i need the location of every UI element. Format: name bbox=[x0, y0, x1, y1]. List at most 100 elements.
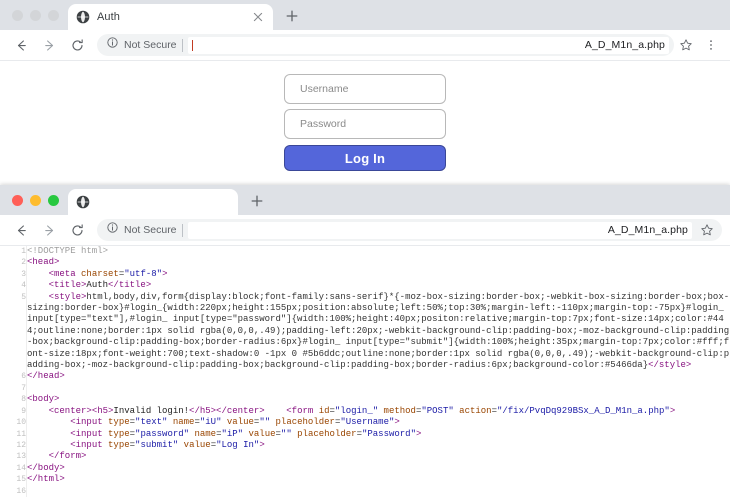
close-icon[interactable] bbox=[251, 10, 265, 24]
star-icon[interactable] bbox=[697, 220, 717, 240]
username-input[interactable] bbox=[284, 74, 446, 104]
rendered-page-content bbox=[0, 61, 730, 185]
source-code-line: 15 </html> bbox=[0, 474, 730, 486]
line-number: 11 bbox=[0, 428, 27, 440]
line-code[interactable]: <center><h5>Invalid login!</h5></center>… bbox=[27, 406, 730, 417]
source-code-line: 11 <input type="password" name="iP" valu… bbox=[0, 428, 730, 440]
browser-window-rendered-page: Auth Not Secure A_D_M1n_a.php Username P… bbox=[0, 0, 730, 185]
line-code[interactable]: <body> bbox=[27, 394, 730, 405]
line-code[interactable]: </body> bbox=[27, 463, 730, 474]
window-maximize-button[interactable] bbox=[48, 10, 59, 21]
line-number: 3 bbox=[0, 268, 27, 281]
line-code[interactable] bbox=[27, 383, 730, 394]
tab-title: Auth bbox=[97, 11, 121, 23]
line-number: 6 bbox=[0, 371, 27, 383]
line-code[interactable]: <meta charset="utf-8"> bbox=[27, 269, 730, 280]
window-minimize-button[interactable] bbox=[30, 10, 41, 21]
line-number: 10 bbox=[0, 417, 27, 429]
address-bar-source[interactable]: Not Secure A_D_M1n_a.php bbox=[97, 219, 722, 241]
star-icon[interactable] bbox=[676, 35, 696, 55]
source-code-line: 2 <head> bbox=[0, 257, 730, 269]
source-code-line: 1 <!DOCTYPE html> bbox=[0, 246, 730, 258]
security-status-label-source: Not Secure bbox=[124, 224, 177, 236]
line-code[interactable]: <input type="password" name="iP" value="… bbox=[27, 429, 730, 440]
line-code[interactable] bbox=[27, 486, 730, 497]
source-code-line: 12 <input type="submit" value="Log In"> bbox=[0, 439, 730, 452]
line-code[interactable]: </form> bbox=[27, 451, 730, 462]
window-traffic-lights bbox=[8, 10, 68, 30]
url-visible-text: A_D_M1n_a.php bbox=[584, 39, 665, 51]
url-input-source[interactable]: A_D_M1n_a.php bbox=[187, 221, 692, 239]
line-code[interactable]: <input type="text" name="iU" value="" pl… bbox=[27, 417, 730, 428]
line-number: 15 bbox=[0, 474, 27, 486]
security-status-label: Not Secure bbox=[124, 39, 177, 51]
line-code[interactable]: </html> bbox=[27, 474, 730, 485]
reload-icon[interactable] bbox=[64, 32, 90, 58]
line-number: 4 bbox=[0, 280, 27, 292]
source-code-line: 8 <body> bbox=[0, 394, 730, 406]
tab-strip-source bbox=[0, 185, 730, 215]
omnibox-divider bbox=[181, 38, 183, 52]
source-code-line: 14 </body> bbox=[0, 462, 730, 475]
source-code-line: 5 <style>html,body,div,form{display:bloc… bbox=[0, 291, 730, 372]
browser-tab-source[interactable] bbox=[68, 189, 238, 215]
browser-toolbar: Not Secure A_D_M1n_a.php bbox=[0, 30, 730, 61]
globe-icon bbox=[76, 195, 90, 209]
info-circle-icon[interactable] bbox=[106, 36, 119, 54]
line-code[interactable]: <input type="submit" value="Log In"> bbox=[27, 440, 730, 451]
address-bar[interactable]: Not Secure A_D_M1n_a.php bbox=[97, 34, 674, 56]
line-code[interactable]: <head> bbox=[27, 257, 730, 268]
source-code-line: 4 <title>Auth</title> bbox=[0, 280, 730, 292]
line-code[interactable]: <!DOCTYPE html> bbox=[27, 246, 730, 257]
new-tab-button[interactable] bbox=[279, 3, 305, 29]
line-number: 14 bbox=[0, 462, 27, 475]
line-number: 13 bbox=[0, 451, 27, 463]
log-in-button[interactable] bbox=[284, 145, 446, 171]
info-circle-icon[interactable] bbox=[106, 221, 119, 239]
line-code[interactable]: <title>Auth</title> bbox=[27, 280, 730, 291]
source-code-line: 6 </head> bbox=[0, 371, 730, 383]
line-number: 8 bbox=[0, 394, 27, 406]
arrow-right-icon[interactable] bbox=[36, 32, 62, 58]
arrow-right-icon[interactable] bbox=[36, 217, 62, 243]
browser-tab-auth[interactable]: Auth bbox=[68, 4, 273, 30]
url-input[interactable]: A_D_M1n_a.php bbox=[187, 36, 669, 54]
window-close-button[interactable] bbox=[12, 10, 23, 21]
tab-strip: Auth bbox=[0, 0, 730, 30]
arrow-left-icon[interactable] bbox=[8, 217, 34, 243]
url-visible-text-source: A_D_M1n_a.php bbox=[607, 224, 688, 236]
line-code[interactable]: </head> bbox=[27, 371, 730, 382]
password-input[interactable] bbox=[284, 109, 446, 139]
globe-icon bbox=[76, 10, 90, 24]
line-number: 12 bbox=[0, 439, 27, 452]
view-source-content: 1 <!DOCTYPE html> 2 <head> 3 <meta charset="… bbox=[0, 246, 730, 500]
line-number: 9 bbox=[0, 405, 27, 418]
line-number: 1 bbox=[0, 246, 27, 258]
url-text-caret bbox=[191, 39, 193, 51]
kebab-menu-icon[interactable] bbox=[700, 34, 722, 56]
window-traffic-lights-source bbox=[8, 195, 68, 215]
reload-icon[interactable] bbox=[64, 217, 90, 243]
source-code-line: 9 <center><h5>Invalid login!</h5></cente… bbox=[0, 405, 730, 418]
window-close-button-source[interactable] bbox=[12, 195, 23, 206]
url-redacted-region bbox=[194, 39, 585, 52]
line-number: 7 bbox=[0, 382, 27, 395]
line-number: 16 bbox=[0, 485, 27, 497]
line-code[interactable]: <style>html,body,div,form{display:block;… bbox=[27, 292, 730, 372]
browser-window-view-source: Not Secure A_D_M1n_a.php 1 <!DOCTYPE html… bbox=[0, 185, 730, 500]
url-redacted-region-source bbox=[192, 224, 608, 237]
window-maximize-button-source[interactable] bbox=[48, 195, 59, 206]
line-number: 5 bbox=[0, 291, 27, 372]
source-code-line: 13 </form> bbox=[0, 451, 730, 463]
window-minimize-button-source[interactable] bbox=[30, 195, 41, 206]
arrow-left-icon[interactable] bbox=[8, 32, 34, 58]
line-number: 2 bbox=[0, 257, 27, 269]
source-code-line: 10 <input type="text" name="iU" value=""… bbox=[0, 417, 730, 429]
source-code-line: 16 bbox=[0, 485, 730, 497]
source-code-table: 1 <!DOCTYPE html> 2 <head> 3 <meta charset="… bbox=[0, 246, 730, 497]
new-tab-button-source[interactable] bbox=[244, 188, 270, 214]
omnibox-divider-source bbox=[181, 223, 183, 237]
login-form bbox=[284, 69, 446, 171]
browser-toolbar-source: Not Secure A_D_M1n_a.php bbox=[0, 215, 730, 246]
source-code-line: 3 <meta charset="utf-8"> bbox=[0, 268, 730, 281]
